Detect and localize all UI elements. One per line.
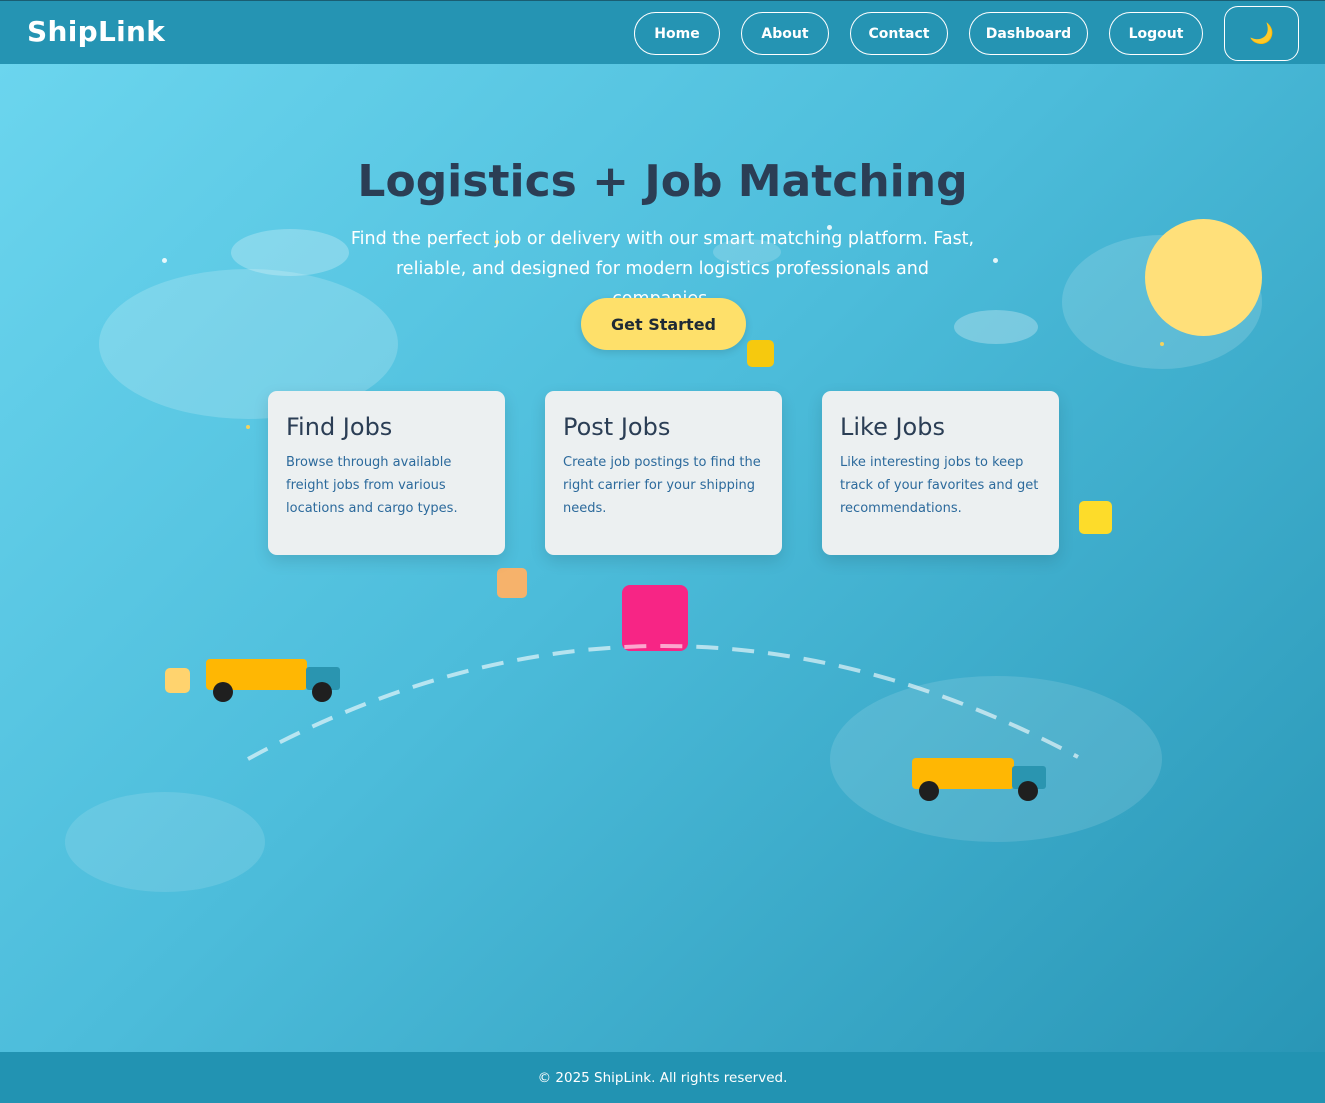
- truck-icon: [206, 659, 340, 702]
- feature-card-like-jobs[interactable]: Like Jobs Like interesting jobs to keep …: [822, 391, 1059, 555]
- nav-about-button[interactable]: About: [741, 12, 829, 55]
- hero-title: Logistics + Job Matching: [357, 156, 968, 207]
- get-started-button[interactable]: Get Started: [581, 298, 746, 350]
- delivery-route-path: [247, 644, 1079, 761]
- footer-copyright: © 2025 ShipLink. All rights reserved.: [537, 1069, 788, 1086]
- nav-dashboard-button[interactable]: Dashboard: [969, 12, 1088, 55]
- nav-logout-button[interactable]: Logout: [1109, 12, 1203, 55]
- feature-card-text: Like interesting jobs to keep track of y…: [840, 455, 1039, 516]
- feature-card-find-jobs[interactable]: Find Jobs Browse through available freig…: [268, 391, 505, 555]
- page-footer: © 2025 ShipLink. All rights reserved.: [0, 1052, 1325, 1103]
- truck-icon: [912, 758, 1046, 801]
- moon-icon: 🌙: [1249, 23, 1274, 45]
- route-illustration: [206, 644, 1079, 801]
- feature-card-title: Find Jobs: [286, 413, 393, 441]
- feature-card-title: Post Jobs: [563, 413, 671, 441]
- brand-logo[interactable]: ShipLink: [27, 15, 165, 48]
- nav-contact-button[interactable]: Contact: [850, 12, 948, 55]
- feature-card-text: Browse through available freight jobs fr…: [286, 455, 458, 516]
- feature-card-title: Like Jobs: [840, 413, 945, 441]
- hero-section: Logistics + Job Matching Find the perfec…: [0, 64, 1325, 1052]
- feature-card-post-jobs[interactable]: Post Jobs Create job postings to find th…: [545, 391, 782, 555]
- feature-card-text: Create job postings to find the right ca…: [563, 455, 761, 516]
- top-navbar: ShipLink Home About Contact Dashboard Lo…: [0, 0, 1325, 64]
- theme-toggle-button[interactable]: 🌙: [1224, 6, 1299, 61]
- nav-home-button[interactable]: Home: [634, 12, 720, 55]
